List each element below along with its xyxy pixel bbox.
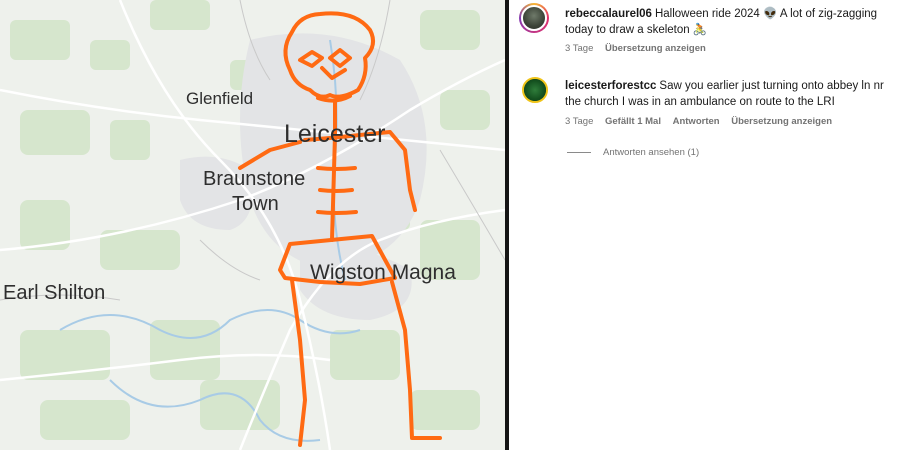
replies-line [567, 152, 591, 153]
comments-panel: rebeccalaurel06 Halloween ride 2024 👽 A l… [509, 0, 900, 450]
translate-button[interactable]: Übersetzung anzeigen [731, 116, 832, 127]
profile-photo-icon [521, 5, 547, 31]
comment-body: rebeccalaurel06 Halloween ride 2024 👽 A l… [565, 6, 895, 38]
map-label-earl-shilton: Earl Shilton [3, 282, 106, 304]
comment-time[interactable]: 3 Tage [565, 116, 593, 127]
route-map: Glenfield Leicester Braunstone Town Wigs… [0, 0, 505, 450]
comment-meta: 3 Tage Übersetzung anzeigen [565, 43, 715, 54]
map-label-wigston-magna: Wigston Magna [310, 261, 456, 284]
map-label-glenfield: Glenfield [186, 89, 254, 108]
reply-button[interactable]: Antworten [673, 116, 720, 127]
map-label-braunstone: Braunstone [203, 168, 306, 190]
username-link[interactable]: leicesterforestcc [565, 80, 656, 92]
club-badge-icon [524, 79, 546, 101]
avatar[interactable] [522, 77, 548, 103]
avatar[interactable] [519, 3, 549, 33]
comment-time[interactable]: 3 Tage [565, 43, 593, 54]
map-canvas [0, 0, 505, 450]
comment-body: leicesterforestcc Saw you earlier just tu… [565, 78, 895, 110]
translate-button[interactable]: Übersetzung anzeigen [605, 43, 706, 54]
view-replies-label: Antworten ansehen (1) [603, 147, 700, 158]
likes-count[interactable]: Gefällt 1 Mal [605, 116, 661, 127]
view-replies-button[interactable]: Antworten ansehen (1) [567, 147, 699, 158]
comment-meta: 3 Tage Gefällt 1 Mal Antworten Übersetzu… [565, 116, 841, 127]
map-label-leicester: Leicester [284, 120, 386, 148]
username-link[interactable]: rebeccalaurel06 [565, 8, 652, 20]
map-label-braunstone-town: Town [232, 193, 279, 215]
